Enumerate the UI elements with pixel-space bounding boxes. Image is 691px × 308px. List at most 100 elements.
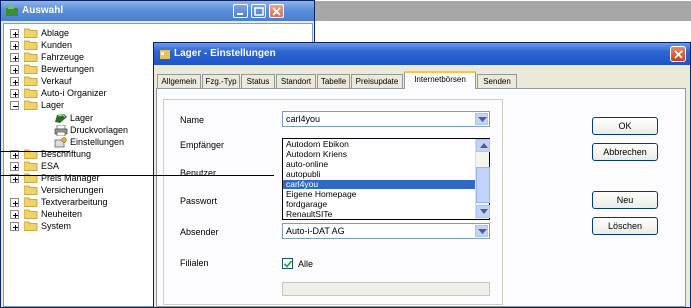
expand-toggle[interactable] (10, 29, 19, 38)
tab-internetb-rsen[interactable]: Internetbörsen (404, 71, 476, 89)
callout-line-2 (0, 175, 274, 176)
callout-line (0, 151, 70, 152)
name-label: Name (180, 115, 205, 125)
expand-toggle[interactable] (10, 162, 19, 171)
folder-icon (23, 209, 38, 219)
tree-item-label: Lager (70, 113, 94, 123)
absender-dropdown-button[interactable] (475, 225, 488, 237)
tab-fzg-typ[interactable]: Fzg.-Typ (202, 74, 240, 89)
tree-item-label: Fahrzeuge (41, 52, 85, 62)
folder-icon (23, 221, 38, 231)
folder-icon (23, 52, 38, 62)
expand-toggle[interactable] (10, 222, 19, 231)
dropdown-option[interactable]: autopubli (283, 170, 475, 179)
dropdown-option[interactable]: Autodorn Ebikon (283, 140, 475, 149)
collapse-toggle[interactable] (10, 101, 19, 110)
folder-icon (23, 161, 38, 171)
alle-checkbox[interactable] (282, 258, 293, 269)
folder-icon (23, 100, 38, 110)
tab-tabelle[interactable]: Tabelle (317, 74, 350, 89)
folder-icon (23, 197, 38, 207)
app-icon (5, 5, 19, 17)
ok-button[interactable]: OK (592, 117, 658, 135)
dropdown-option[interactable]: Autodorn Kriens (283, 150, 475, 159)
tree-item-label: Versicherungen (41, 185, 104, 195)
scroll-thumb[interactable] (476, 167, 490, 203)
tab-standort[interactable]: Standort (276, 74, 316, 89)
expand-toggle[interactable] (10, 77, 19, 86)
tree-item-label: Lager (41, 100, 65, 110)
tree-item-label: System (41, 221, 72, 231)
tab-strip: Allgemein Fzg.-Typ Status Standort Tabelle Pr… (154, 71, 690, 89)
filialen-field (282, 282, 490, 296)
filialen-label: Filialen (180, 258, 209, 268)
tree-item-label: Beschriftung (41, 149, 92, 159)
dropdown-option[interactable]: RenaultSITe (283, 210, 475, 219)
dialog-close-button[interactable] (670, 46, 686, 62)
tree-item-label: Kunden (41, 40, 73, 50)
abbrechen-label: Abbrechen (603, 147, 647, 157)
expand-toggle[interactable] (10, 41, 19, 50)
dropdown-option[interactable]: Eigene Homepage (283, 190, 475, 199)
dropdown-option[interactable]: fordgarage (283, 200, 475, 209)
settings-group: Name carl4you Autodorn Ebikon Autodorn Kr… (163, 99, 503, 305)
name-value: carl4you (286, 114, 321, 124)
expand-toggle[interactable] (10, 53, 19, 62)
minimize-button[interactable] (233, 4, 248, 18)
close-button[interactable] (269, 4, 284, 18)
loeschen-label: Löschen (607, 221, 643, 231)
tree-item-label: Textverarbeitung (41, 197, 108, 207)
tree-item-label: ESA (41, 161, 60, 171)
minimize-icon (237, 13, 243, 15)
tree-item-label: Preis Manager (41, 173, 100, 183)
tree-item-label: Einstellungen (70, 137, 125, 147)
abbrechen-button[interactable]: Abbrechen (592, 143, 658, 161)
name-dropdown-list[interactable]: Autodorn Ebikon Autodorn Kriens auto-onlin… (282, 138, 490, 220)
expand-toggle[interactable] (10, 210, 19, 219)
folder-icon (23, 40, 38, 50)
printer-icon (54, 124, 68, 137)
expand-toggle[interactable] (10, 65, 19, 74)
folder-icon (23, 185, 38, 195)
neu-button[interactable]: Neu (592, 191, 658, 209)
close-icon (674, 50, 683, 59)
folder-icon (23, 88, 38, 98)
neu-label: Neu (616, 195, 634, 205)
name-dropdown-button[interactable] (475, 113, 488, 125)
dialog-titlebar[interactable]: Lager - Einstellungen (154, 43, 690, 65)
alle-label: Alle (298, 259, 314, 269)
benutzer-label: Benutzer (180, 168, 217, 178)
auswahl-titlebar[interactable]: Auswahl (1, 1, 314, 21)
expand-toggle[interactable] (10, 198, 19, 207)
tab-senden[interactable]: Senden (477, 74, 517, 89)
absender-combobox[interactable]: Auto-i-DAT AG (282, 223, 490, 239)
dropdown-scrollbar[interactable] (475, 139, 490, 219)
chevron-down-icon (478, 117, 487, 122)
app-icon (159, 48, 171, 60)
tab-status[interactable]: Status (241, 74, 275, 89)
tab-allgemein[interactable]: Allgemein (157, 74, 201, 89)
scroll-up-icon (480, 143, 488, 148)
chevron-down-icon (478, 229, 487, 234)
folder-icon (23, 76, 38, 86)
loeschen-button[interactable]: Löschen (592, 217, 658, 235)
dropdown-option[interactable]: auto-online (283, 160, 475, 169)
tree-item-label: Bewertungen (41, 64, 95, 74)
folder-icon (23, 28, 38, 38)
tab-preisupdate[interactable]: Preisupdate (351, 74, 403, 89)
tree-item-ablage[interactable]: Ablage (4, 27, 309, 39)
scroll-up-button[interactable] (476, 139, 490, 152)
scroll-down-icon (480, 209, 488, 214)
maximize-button[interactable] (251, 4, 266, 18)
expand-toggle[interactable] (10, 89, 19, 98)
scroll-down-button[interactable] (476, 205, 490, 218)
empfaenger-label: Empfänger (180, 140, 225, 150)
close-icon (272, 7, 281, 16)
name-combobox[interactable]: carl4you (282, 111, 490, 127)
tab-panel-internetboersen: Name carl4you Autodorn Ebikon Autodorn Kr… (156, 88, 686, 307)
dropdown-option[interactable]: carl4you (283, 180, 475, 189)
auswahl-title: Auswahl (22, 5, 64, 16)
dialog-title: Lager - Einstellungen (174, 48, 276, 59)
settings-icon (54, 137, 68, 148)
tree-item-label: Verkauf (41, 76, 72, 86)
